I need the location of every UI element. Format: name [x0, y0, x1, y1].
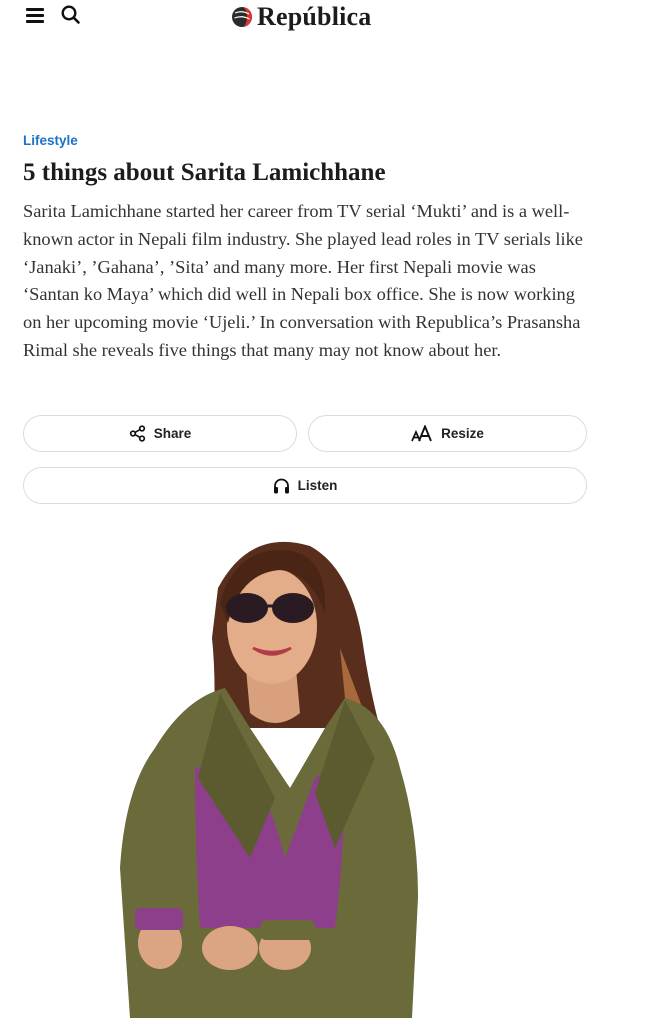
share-label: Share [153, 426, 192, 441]
listen-label: Listen [297, 478, 338, 493]
headphones-icon [273, 478, 289, 493]
logo-emblem-icon [232, 7, 252, 27]
article-summary: Sarita Lamichhane started her career fro… [23, 201, 583, 360]
share-button[interactable]: Share [23, 415, 297, 452]
text-resize-icon [411, 425, 432, 442]
search-icon[interactable] [60, 4, 82, 26]
resize-button[interactable]: Resize [308, 415, 587, 452]
share-icon [129, 425, 145, 442]
page: República Lifestyle 5 things about Sarit… [0, 0, 672, 1018]
site-logo[interactable]: República [231, 2, 371, 32]
resize-label: Resize [441, 426, 484, 441]
article-photo [120, 541, 418, 1018]
article-title: 5 things about Sarita Lamichhane [23, 159, 386, 186]
listen-button[interactable]: Listen [23, 467, 587, 504]
category-link[interactable]: Lifestyle [23, 133, 78, 148]
top-bar: República [0, 0, 672, 34]
hamburger-icon[interactable] [26, 8, 44, 24]
logo-text: República [257, 2, 372, 31]
